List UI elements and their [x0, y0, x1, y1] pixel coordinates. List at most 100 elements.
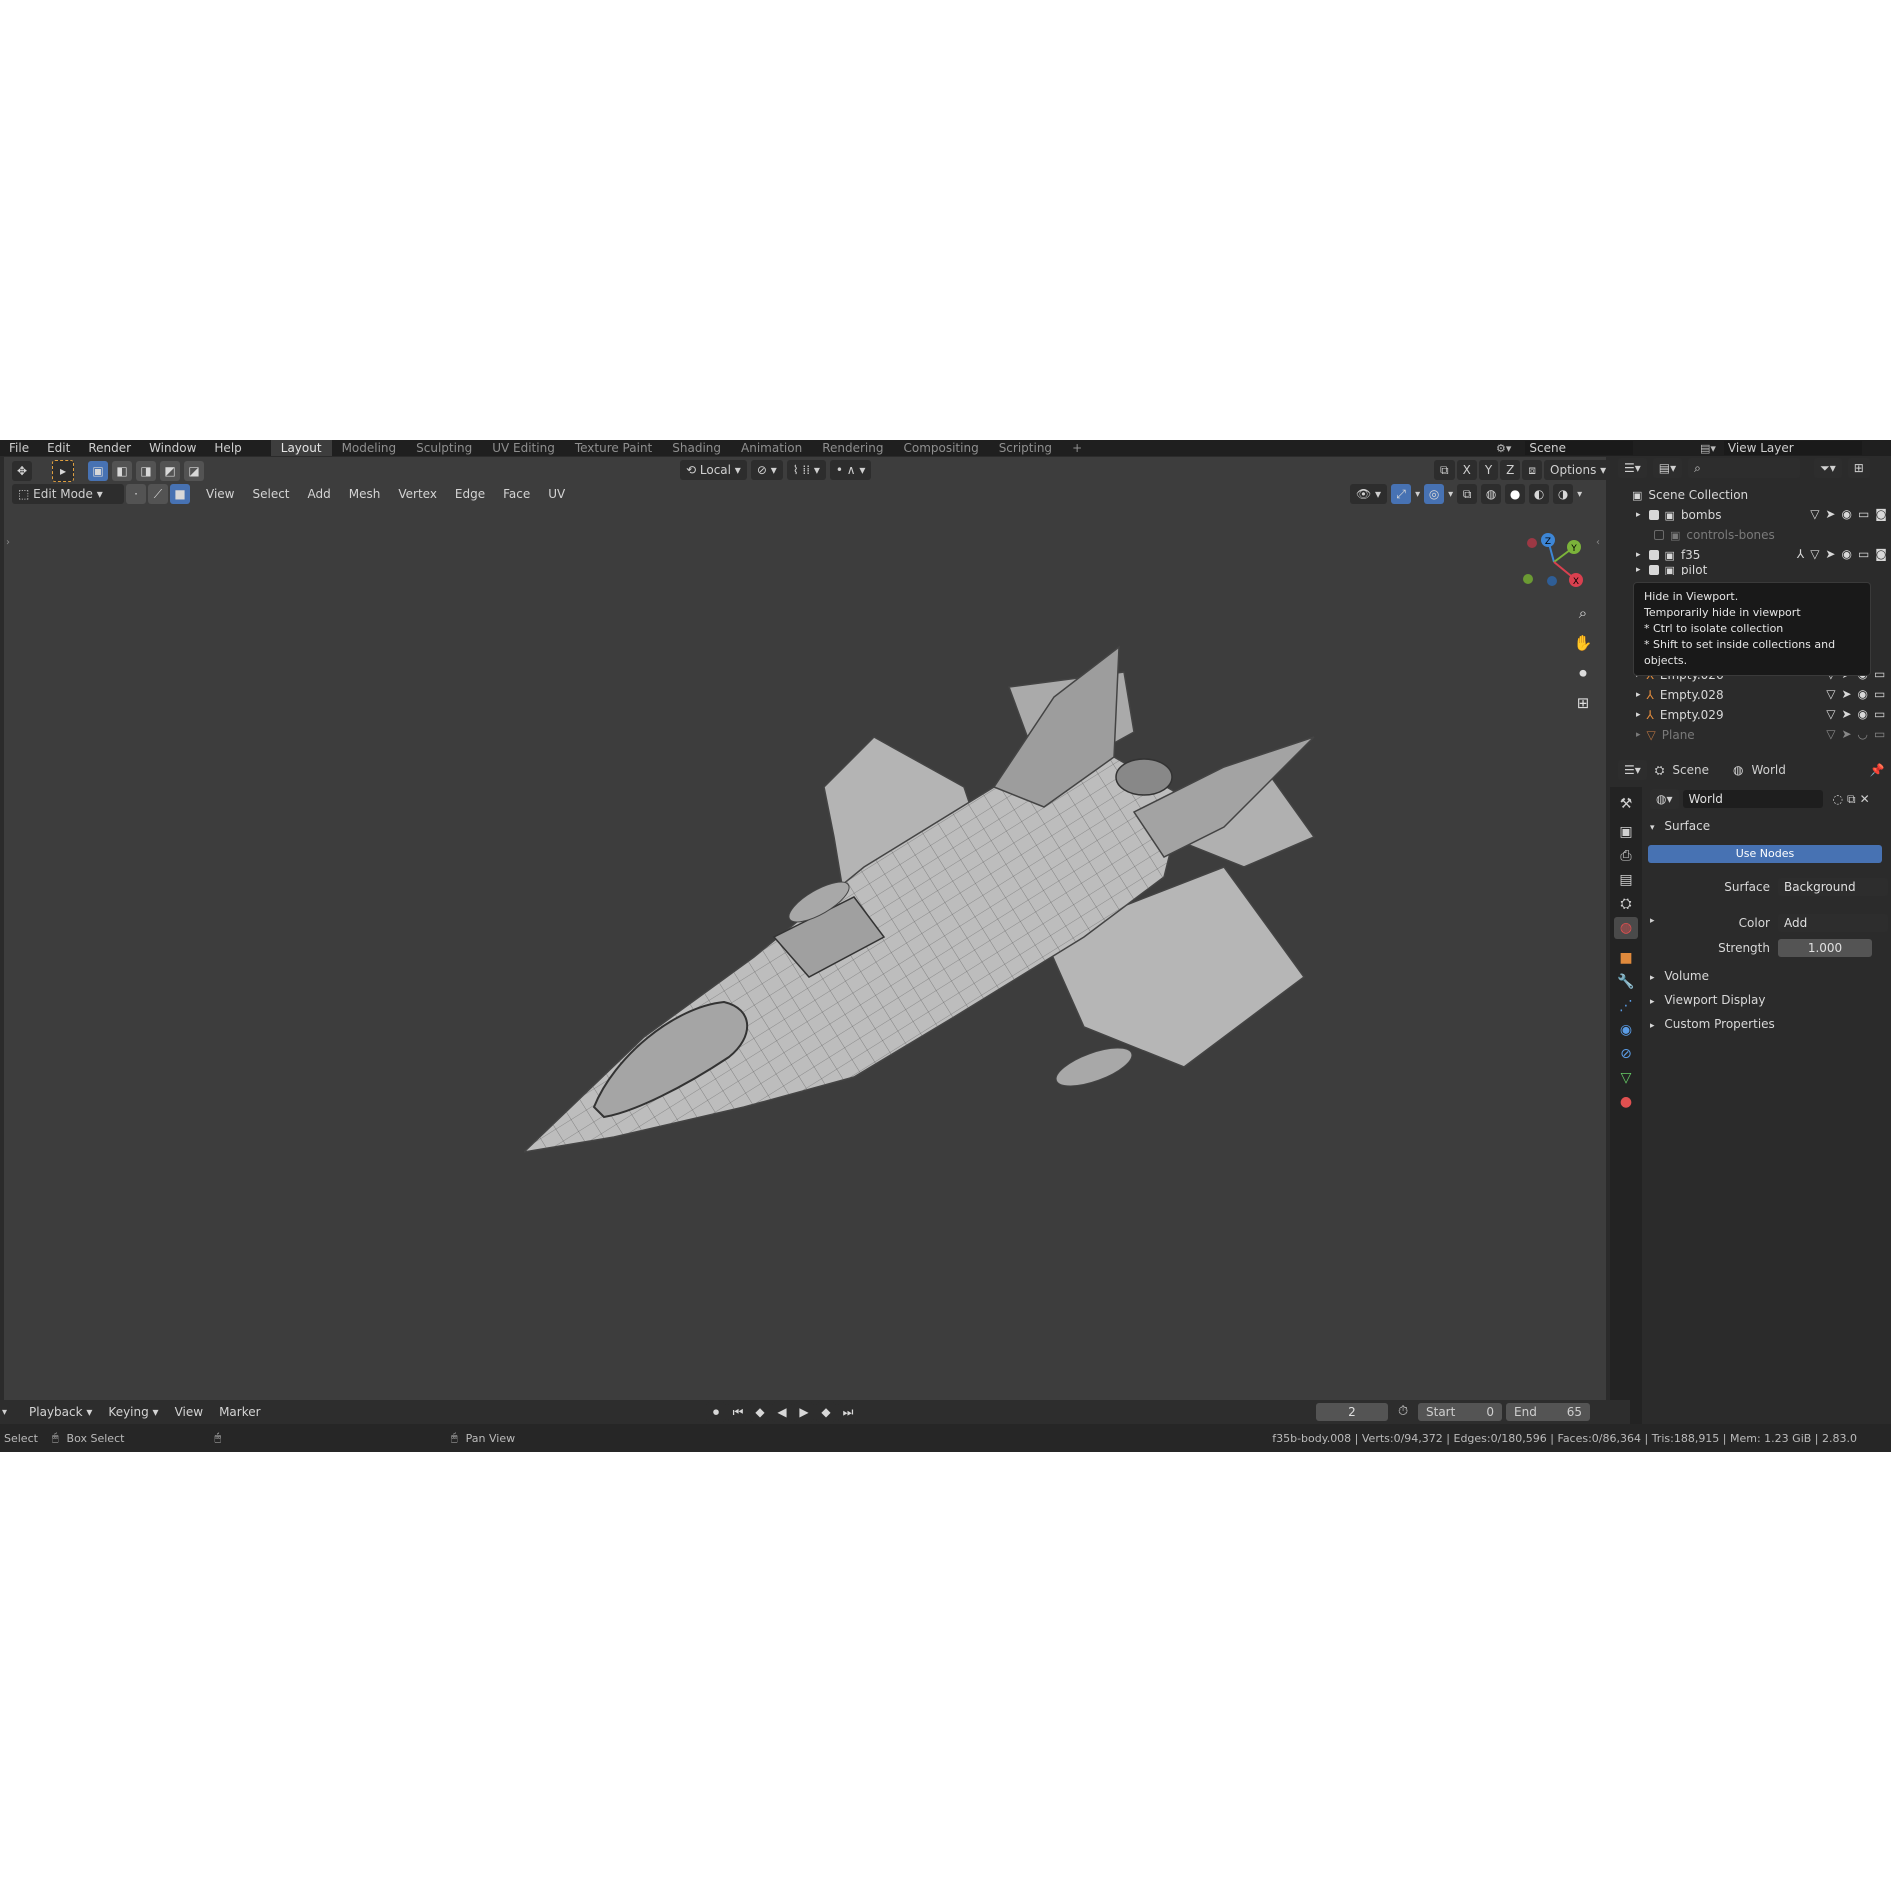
pin-icon[interactable]: 📌	[1870, 763, 1885, 777]
modifiers-tab-icon[interactable]: 🔧	[1614, 971, 1638, 993]
outliner-row-scene-collection[interactable]: ▣ Scene Collection	[1610, 485, 1891, 505]
tab-scripting[interactable]: Scripting	[989, 440, 1062, 456]
end-frame-field[interactable]: End 65	[1506, 1403, 1590, 1421]
editor-type-icon[interactable]: ✥	[12, 461, 32, 481]
mirror-z-toggle[interactable]: Z	[1500, 460, 1521, 480]
sidebar-expand-icon[interactable]: ‹	[1596, 537, 1600, 548]
proportional-edit-dropdown[interactable]: • ∧ ▾	[829, 460, 872, 480]
gizmo-neg-z[interactable]	[1547, 576, 1557, 586]
world-name-field[interactable]: World	[1682, 790, 1823, 808]
outliner-row-bombs[interactable]: ▸ ▣ bombs ▽➤◉▭◙↙	[1610, 505, 1891, 525]
options-dropdown[interactable]: Options ▾	[1544, 460, 1613, 480]
gizmo-neg-x[interactable]	[1527, 538, 1537, 548]
strength-field[interactable]: 1.000	[1778, 939, 1872, 957]
preview-range-icon[interactable]: ⏱	[1398, 1404, 1408, 1419]
exclude-checkbox[interactable]	[1648, 565, 1659, 575]
exclude-checkbox[interactable]	[1654, 530, 1664, 540]
view-layer-tab-icon[interactable]: ▤	[1614, 869, 1638, 891]
zoom-icon[interactable]: ⌕	[1570, 600, 1596, 626]
expand-arrow-icon[interactable]: ▸	[1636, 510, 1641, 520]
new-collection-icon[interactable]: ⊞	[1847, 458, 1870, 478]
material-tab-icon[interactable]: ●	[1614, 1091, 1638, 1113]
add-workspace-button[interactable]: +	[1062, 440, 1092, 456]
expand-arrow-icon[interactable]: ▸	[1636, 565, 1641, 575]
start-frame-field[interactable]: Start 0	[1418, 1403, 1502, 1421]
color-input-field[interactable]: Add	[1778, 914, 1888, 932]
menu-file[interactable]: File	[0, 441, 38, 455]
menu-edge[interactable]: Edge	[447, 487, 493, 501]
jump-keyframe-forward-icon[interactable]: ◆	[816, 1402, 836, 1422]
breadcrumb-world[interactable]: World	[1751, 763, 1785, 777]
record-icon[interactable]: ⏺	[706, 1402, 726, 1422]
menu-uv[interactable]: UV	[540, 487, 573, 501]
tab-animation[interactable]: Animation	[731, 440, 812, 456]
tab-rendering[interactable]: Rendering	[812, 440, 893, 456]
tool-tab-icon[interactable]: ⚒	[1614, 793, 1638, 815]
tab-compositing[interactable]: Compositing	[893, 440, 988, 456]
perspective-toggle-icon[interactable]: ⊞	[1570, 690, 1596, 716]
menu-vertex[interactable]: Vertex	[390, 487, 445, 501]
constraints-tab-icon[interactable]: ⊘	[1614, 1043, 1638, 1065]
menu-keying[interactable]: Keying ▾	[100, 1405, 166, 1419]
outliner-row-empty-028[interactable]: ▸ ⅄ Empty.028 ▽➤◉▭◙	[1610, 685, 1891, 705]
xray-toggle-icon[interactable]: ⧉	[1457, 484, 1478, 504]
properties-editor-type-icon[interactable]: ☰▾	[1618, 760, 1647, 780]
world-browse-icon[interactable]: ◍▾	[1650, 789, 1679, 809]
menu-timeline-view[interactable]: View	[167, 1405, 211, 1419]
select-mode-new-icon[interactable]: ▣	[88, 461, 108, 481]
visibility-dropdown[interactable]: 👁 ▾	[1350, 484, 1388, 504]
jump-keyframe-back-icon[interactable]: ◆	[750, 1402, 770, 1422]
rendered-shading-icon[interactable]: ◑	[1553, 484, 1574, 504]
object-tab-icon[interactable]: ■	[1614, 947, 1638, 969]
mirror-y-toggle[interactable]: Y	[1478, 460, 1499, 480]
menu-select[interactable]: Select	[244, 487, 297, 501]
play-reverse-icon[interactable]: ◀	[772, 1402, 792, 1422]
pivot-point-dropdown[interactable]: ⊘ ▾	[750, 460, 783, 480]
close-icon[interactable]: ✕	[1860, 792, 1870, 806]
menu-playback[interactable]: Playback ▾	[21, 1405, 100, 1419]
scene-selector[interactable]: ⚙▾ Scene	[1496, 440, 1634, 456]
exclude-checkbox[interactable]	[1648, 550, 1659, 560]
pan-hand-icon[interactable]: ✋	[1570, 630, 1596, 656]
outliner-row-plane[interactable]: ▸ ▽ Plane ▽➤◡▭◙	[1610, 725, 1891, 745]
menu-help[interactable]: Help	[205, 441, 250, 455]
camera-view-icon[interactable]: ⏺	[1570, 660, 1596, 686]
gizmo-toggle-icon[interactable]: ⤢	[1391, 484, 1412, 504]
expand-arrow-icon[interactable]: ▸	[1636, 710, 1641, 720]
row-toggle-icons[interactable]: ▽➤◉▭◙	[1826, 687, 1891, 701]
duplicate-icon[interactable]: ⧉	[1847, 792, 1856, 807]
shading-dropdown-icon[interactable]: ▾	[1577, 489, 1582, 500]
select-mode-invert-icon[interactable]: ◩	[160, 461, 180, 481]
custom-properties-panel-header[interactable]: ▸ Custom Properties	[1650, 1017, 1775, 1031]
output-tab-icon[interactable]: ⎙	[1614, 845, 1638, 867]
outliner-editor-type-icon[interactable]: ☰▾	[1618, 458, 1647, 478]
exclude-checkbox[interactable]	[1648, 510, 1659, 520]
world-tab-icon[interactable]: ◍	[1614, 917, 1638, 939]
navigation-gizmo[interactable]: Z Y X	[1512, 527, 1592, 597]
mode-dropdown[interactable]: ⬚ Edit Mode ▾	[12, 484, 124, 504]
face-select-icon[interactable]: ■	[170, 484, 190, 504]
tab-modeling[interactable]: Modeling	[332, 440, 407, 456]
row-toggle-icons[interactable]: ▽➤◉▭◙	[1826, 707, 1891, 721]
use-nodes-button[interactable]: Use Nodes	[1648, 845, 1882, 863]
tab-sculpting[interactable]: Sculpting	[406, 440, 482, 456]
scene-tab-icon[interactable]: ⛭	[1614, 893, 1638, 915]
aircraft-mesh[interactable]	[524, 637, 1344, 1197]
tab-layout[interactable]: Layout	[270, 440, 332, 456]
edge-select-icon[interactable]: ⟋	[148, 484, 168, 504]
physics-tab-icon[interactable]: ◉	[1614, 1019, 1638, 1041]
select-mode-intersect-icon[interactable]: ◪	[184, 461, 204, 481]
filter-icon[interactable]: ⏷▾	[1814, 458, 1842, 478]
tab-texture-paint[interactable]: Texture Paint	[565, 440, 662, 456]
overlay-toggle-icon[interactable]: ◎	[1424, 484, 1445, 504]
view-layer-selector[interactable]: ▤▾ View Layer	[1700, 440, 1862, 456]
menu-mesh[interactable]: Mesh	[341, 487, 389, 501]
expand-arrow-icon[interactable]: ▸	[1636, 730, 1641, 740]
play-icon[interactable]: ▶	[794, 1402, 814, 1422]
menu-marker[interactable]: Marker	[211, 1405, 268, 1419]
expand-arrow-icon[interactable]: ▸	[1636, 690, 1641, 700]
viewport-display-panel-header[interactable]: ▸ Viewport Display	[1650, 993, 1765, 1007]
outliner-row-empty-029[interactable]: ▸ ⅄ Empty.029 ▽➤◉▭◙	[1610, 705, 1891, 725]
menu-edit[interactable]: Edit	[38, 441, 79, 455]
uv-sync-icon[interactable]: ⧈	[1522, 460, 1543, 480]
